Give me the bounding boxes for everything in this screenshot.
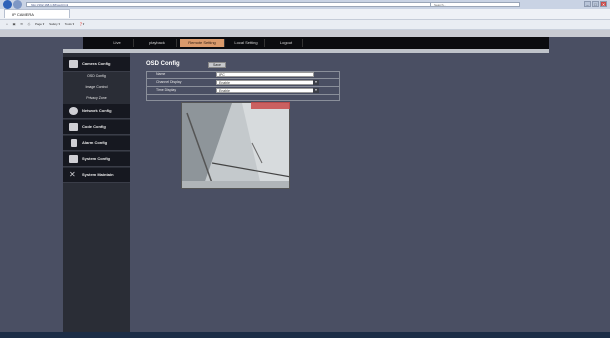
back-icon[interactable] [3, 0, 12, 9]
taskbar [0, 332, 610, 338]
nav-logout[interactable]: Logout [270, 39, 303, 47]
save-button[interactable]: Save [208, 62, 226, 68]
cmd-help[interactable]: ❓▾ [79, 22, 84, 26]
nav-divider [63, 49, 549, 53]
camera-icon [69, 60, 78, 68]
cmd-safety[interactable]: Safety ▾ [49, 22, 60, 26]
page-title: OSD Config [146, 61, 180, 67]
sidebar-item-privacy-zone[interactable]: Privacy Zone [63, 94, 130, 103]
sidebar-camera-config[interactable]: Camera Config [63, 57, 130, 72]
cmd-tools[interactable]: Tools ▾ [65, 22, 74, 26]
tools-icon: ✕ [69, 170, 76, 179]
sidebar-alarm-config[interactable]: Alarm Config [63, 136, 130, 151]
home-icon[interactable]: ⌂ [6, 22, 8, 26]
minimize-button[interactable]: – [584, 1, 591, 7]
address-bar[interactable]: http://192.168.1.68/osd.html [26, 2, 466, 7]
tab-bar [0, 9, 610, 20]
nav-playback[interactable]: playback [138, 39, 177, 47]
network-icon [69, 107, 78, 115]
nav-remote-setting[interactable]: Remote Setting [180, 39, 225, 47]
close-button[interactable]: ✕ [600, 1, 607, 7]
search-box[interactable]: Search... [430, 2, 520, 7]
sidebar-code-config[interactable]: Code Config [63, 120, 130, 135]
sidebar-network-config[interactable]: Network Config [63, 104, 130, 119]
field-row-name: Name IPC [146, 71, 340, 79]
maximize-button[interactable]: □ [592, 1, 599, 7]
sidebar-item-image-control[interactable]: Image Control [63, 83, 130, 92]
tab-title: IP CAMERA [12, 12, 34, 17]
sidebar-item-osd-config[interactable]: OSD Config [63, 72, 130, 81]
print-icon[interactable]: ⎙ [28, 22, 30, 26]
page-top-strip [0, 30, 610, 37]
time-display-select[interactable]: Enable ▼ [216, 88, 319, 93]
code-icon [69, 123, 78, 131]
osd-overlay-bar [251, 102, 290, 109]
system-icon [69, 155, 78, 163]
alarm-icon [71, 139, 77, 147]
command-bar: ⌂ ▣ ✉ ⎙ Page ▾ Safety ▾ Tools ▾ ❓▾ [0, 20, 610, 30]
sidebar-system-maintain[interactable]: ✕ System Maintain [63, 168, 130, 183]
camera-image [182, 103, 289, 188]
field-row-channel-display: Channel Display Enable ▼ [146, 79, 340, 87]
browser-tab[interactable]: IP CAMERA [4, 9, 70, 18]
mail-icon[interactable]: ✉ [20, 22, 23, 26]
video-preview[interactable] [181, 102, 290, 189]
sidebar-system-config[interactable]: System Config [63, 152, 130, 167]
channel-display-select[interactable]: Enable ▼ [216, 80, 319, 85]
field-row-time-display: Time Display Enable ▼ [146, 87, 340, 95]
chevron-down-icon[interactable]: ▼ [313, 80, 319, 85]
nav-live[interactable]: Live [101, 39, 134, 47]
name-input[interactable]: IPC [216, 72, 314, 77]
cmd-page[interactable]: Page ▾ [35, 22, 44, 26]
nav-local-setting[interactable]: Local Setting [228, 39, 265, 47]
feeds-icon[interactable]: ▣ [13, 22, 16, 26]
forward-icon[interactable] [13, 0, 22, 9]
chevron-down-icon[interactable]: ▼ [313, 88, 319, 93]
